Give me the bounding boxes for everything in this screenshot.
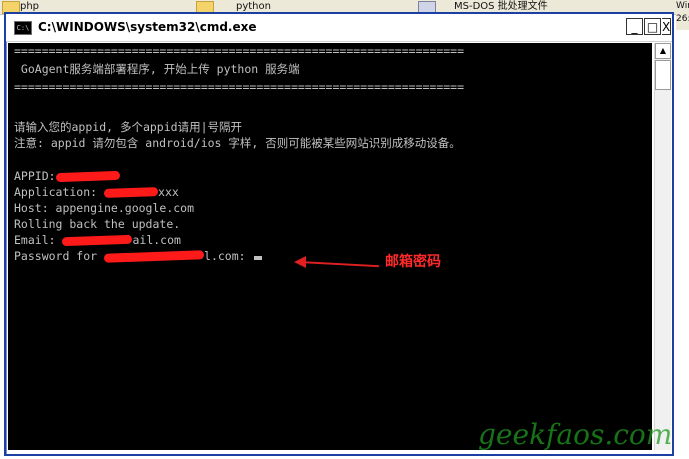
annotation-arrow-line bbox=[298, 261, 379, 268]
console-line: 注意: appid 请勿包含 android/ios 字样, 否则可能被某些网站… bbox=[14, 136, 461, 150]
scroll-thumb[interactable] bbox=[655, 60, 671, 90]
redaction-mark bbox=[55, 170, 120, 183]
cmd-icon: C:\ bbox=[14, 21, 32, 35]
email-label: Email: bbox=[14, 233, 63, 247]
application-suffix: xxx bbox=[158, 185, 179, 199]
email-tail: ail.com bbox=[132, 233, 181, 247]
password-line: Password for l.com: bbox=[14, 248, 262, 264]
window-title: C:\WINDOWS\system32\cmd.exe bbox=[38, 20, 257, 34]
redaction-mark bbox=[103, 187, 159, 198]
desktop-item-win-label-2: 26: bbox=[676, 14, 689, 24]
vertical-scrollbar[interactable]: ▲ bbox=[654, 43, 671, 450]
console-line: ========================================… bbox=[14, 44, 465, 58]
redaction-mark bbox=[62, 234, 133, 247]
appid-line: APPID: bbox=[14, 168, 120, 184]
appid-label: APPID: bbox=[14, 169, 56, 183]
title-bar[interactable]: C:\ C:\WINDOWS\system32\cmd.exe _ □ X bbox=[6, 14, 672, 42]
password-label: Password for bbox=[14, 249, 105, 263]
console-output[interactable]: ========================================… bbox=[8, 43, 652, 450]
console-line: Rolling back the update. bbox=[14, 217, 181, 231]
console-line: 请输入您的appid, 多个appid请用|号隔开 bbox=[14, 120, 243, 134]
console-line: ========================================… bbox=[14, 80, 465, 94]
annotation-arrow-icon bbox=[294, 256, 306, 268]
text-cursor[interactable] bbox=[253, 256, 262, 260]
email-line: Email: ail.com bbox=[14, 232, 181, 248]
close-button[interactable]: X bbox=[662, 18, 671, 35]
desktop-item-win-label: Win bbox=[676, 1, 689, 11]
redaction-mark bbox=[103, 250, 205, 263]
maximize-button[interactable]: □ bbox=[644, 18, 661, 35]
password-tail: l.com: bbox=[204, 249, 246, 263]
cmd-window[interactable]: C:\ C:\WINDOWS\system32\cmd.exe _ □ X ==… bbox=[4, 12, 674, 456]
watermark-text: geekfaos.com bbox=[478, 418, 673, 451]
annotation-label: 邮箱密码 bbox=[385, 254, 441, 270]
desktop-item-win[interactable]: Win 26: bbox=[676, 0, 689, 30]
scroll-up-button[interactable]: ▲ bbox=[655, 43, 671, 59]
application-line: Application: xxx bbox=[14, 184, 179, 200]
minimize-button[interactable]: _ bbox=[626, 18, 643, 35]
console-line: Host: appengine.google.com bbox=[14, 201, 195, 215]
console-line: GoAgent服务端部署程序, 开始上传 python 服务端 bbox=[14, 62, 300, 76]
application-label: Application: bbox=[14, 185, 105, 199]
